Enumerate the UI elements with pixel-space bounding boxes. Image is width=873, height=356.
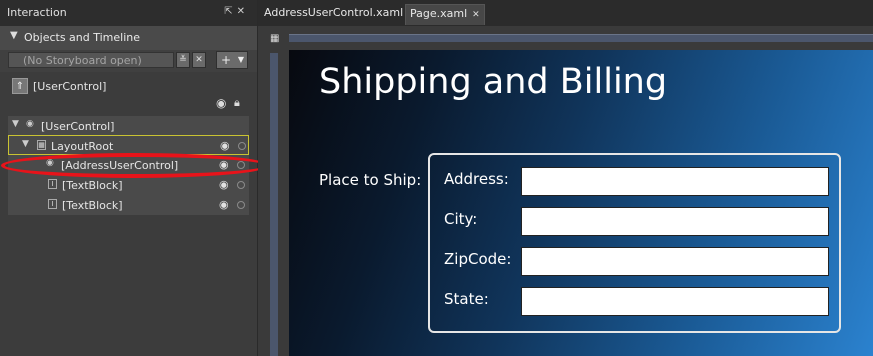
lock-toggle-icon[interactable]	[237, 201, 245, 209]
eye-icon[interactable]: ◉	[219, 198, 229, 211]
eye-icon[interactable]: ◉	[219, 178, 229, 191]
eye-icon[interactable]: ◉	[220, 139, 230, 152]
textblock-icon: I	[48, 179, 57, 189]
add-storyboard-label: +	[221, 53, 232, 67]
storyboard-bar: (No Storyboard open) ≚ ✕ + ▼	[0, 50, 257, 72]
tree-item-label: [AddressUserControl]	[61, 159, 179, 172]
panel-header-icons: ⇱✕	[224, 6, 249, 17]
tree-item-textblock[interactable]: I [TextBlock] ◉	[8, 195, 249, 215]
ruler-vertical	[270, 53, 278, 356]
city-input[interactable]	[521, 207, 829, 236]
tab-label: AddressUserControl.xaml	[264, 6, 404, 19]
storyboard-selector[interactable]: (No Storyboard open)	[8, 52, 174, 68]
collapse-arrow-icon[interactable]: ▼	[10, 30, 18, 41]
tree-item-label: [UserControl]	[41, 120, 115, 133]
tree-item-usercontrol[interactable]: ▼ ◉ [UserControl]	[8, 116, 249, 136]
storyboard-menu-icon[interactable]: ≚	[176, 52, 190, 68]
panel-header: Interaction ⇱✕	[0, 0, 257, 26]
document-tab-bar: AddressUserControl.xaml✕ Page.xaml ✕	[258, 0, 873, 26]
city-label: City:	[444, 210, 478, 228]
lock-toggle-icon[interactable]	[237, 181, 245, 189]
textblock-icon: I	[48, 199, 57, 209]
scope-up-icon[interactable]: ⇑	[12, 78, 28, 94]
tree-item-label: [TextBlock]	[62, 179, 123, 192]
scope-row: ⇑ [UserControl] ◉ 🔒︎	[0, 72, 257, 114]
artboard-corner-icon[interactable]: ▦	[270, 33, 279, 44]
panel-title: Interaction	[7, 6, 67, 19]
scope-label: [UserControl]	[33, 80, 107, 93]
tree-item-label: LayoutRoot	[51, 140, 114, 153]
state-label: State:	[444, 290, 489, 308]
eye-small-icon: ◉	[46, 158, 54, 168]
address-label: Address:	[444, 170, 509, 188]
tree-item-layoutroot[interactable]: ▼ ▦ LayoutRoot ◉	[8, 135, 249, 155]
add-storyboard-button[interactable]: + ▼	[216, 51, 248, 69]
interaction-panel: Interaction ⇱✕ ▼ Objects and Timeline (N…	[0, 0, 258, 356]
tab-page[interactable]: Page.xaml ✕	[405, 4, 485, 25]
objects-timeline-title: Objects and Timeline	[24, 31, 141, 44]
place-to-ship-label: Place to Ship:	[319, 171, 422, 189]
close-storyboard-icon[interactable]: ✕	[192, 52, 206, 68]
expand-arrow-icon[interactable]: ▼	[22, 139, 29, 149]
expand-arrow-icon[interactable]: ▼	[12, 119, 19, 129]
lock-icon[interactable]: 🔒︎	[234, 96, 240, 110]
objects-timeline-header[interactable]: ▼ Objects and Timeline	[0, 26, 257, 50]
zipcode-label: ZipCode:	[444, 250, 512, 268]
close-icon[interactable]: ✕	[472, 10, 480, 20]
lock-toggle-icon[interactable]	[237, 161, 245, 169]
address-input[interactable]	[521, 167, 829, 196]
grid-icon: ▦	[37, 140, 46, 150]
tab-label: Page.xaml	[410, 7, 468, 20]
dropdown-caret-icon: ▼	[237, 55, 244, 64]
pin-icon[interactable]: ⇱	[224, 6, 236, 17]
eye-small-icon: ◉	[26, 119, 34, 129]
ruler-horizontal	[289, 34, 873, 42]
eye-icon[interactable]: ◉	[219, 158, 229, 171]
design-canvas[interactable]: Shipping and Billing Place to Ship: Addr…	[289, 50, 873, 356]
lock-toggle-icon[interactable]	[238, 142, 246, 150]
close-icon[interactable]: ✕	[237, 6, 249, 17]
zipcode-input[interactable]	[521, 247, 829, 276]
tree-item-addressusercontrol[interactable]: ◉ [AddressUserControl] ◉	[8, 155, 249, 175]
tab-addressusercontrol[interactable]: AddressUserControl.xaml✕	[260, 4, 420, 24]
address-user-control[interactable]: Address: City: ZipCode: State:	[428, 153, 841, 333]
tree-item-textblock[interactable]: I [TextBlock] ◉	[8, 175, 249, 195]
eye-icon[interactable]: ◉	[216, 96, 226, 110]
state-input[interactable]	[521, 287, 829, 316]
tree-item-label: [TextBlock]	[62, 199, 123, 212]
page-title: Shipping and Billing	[319, 62, 668, 102]
